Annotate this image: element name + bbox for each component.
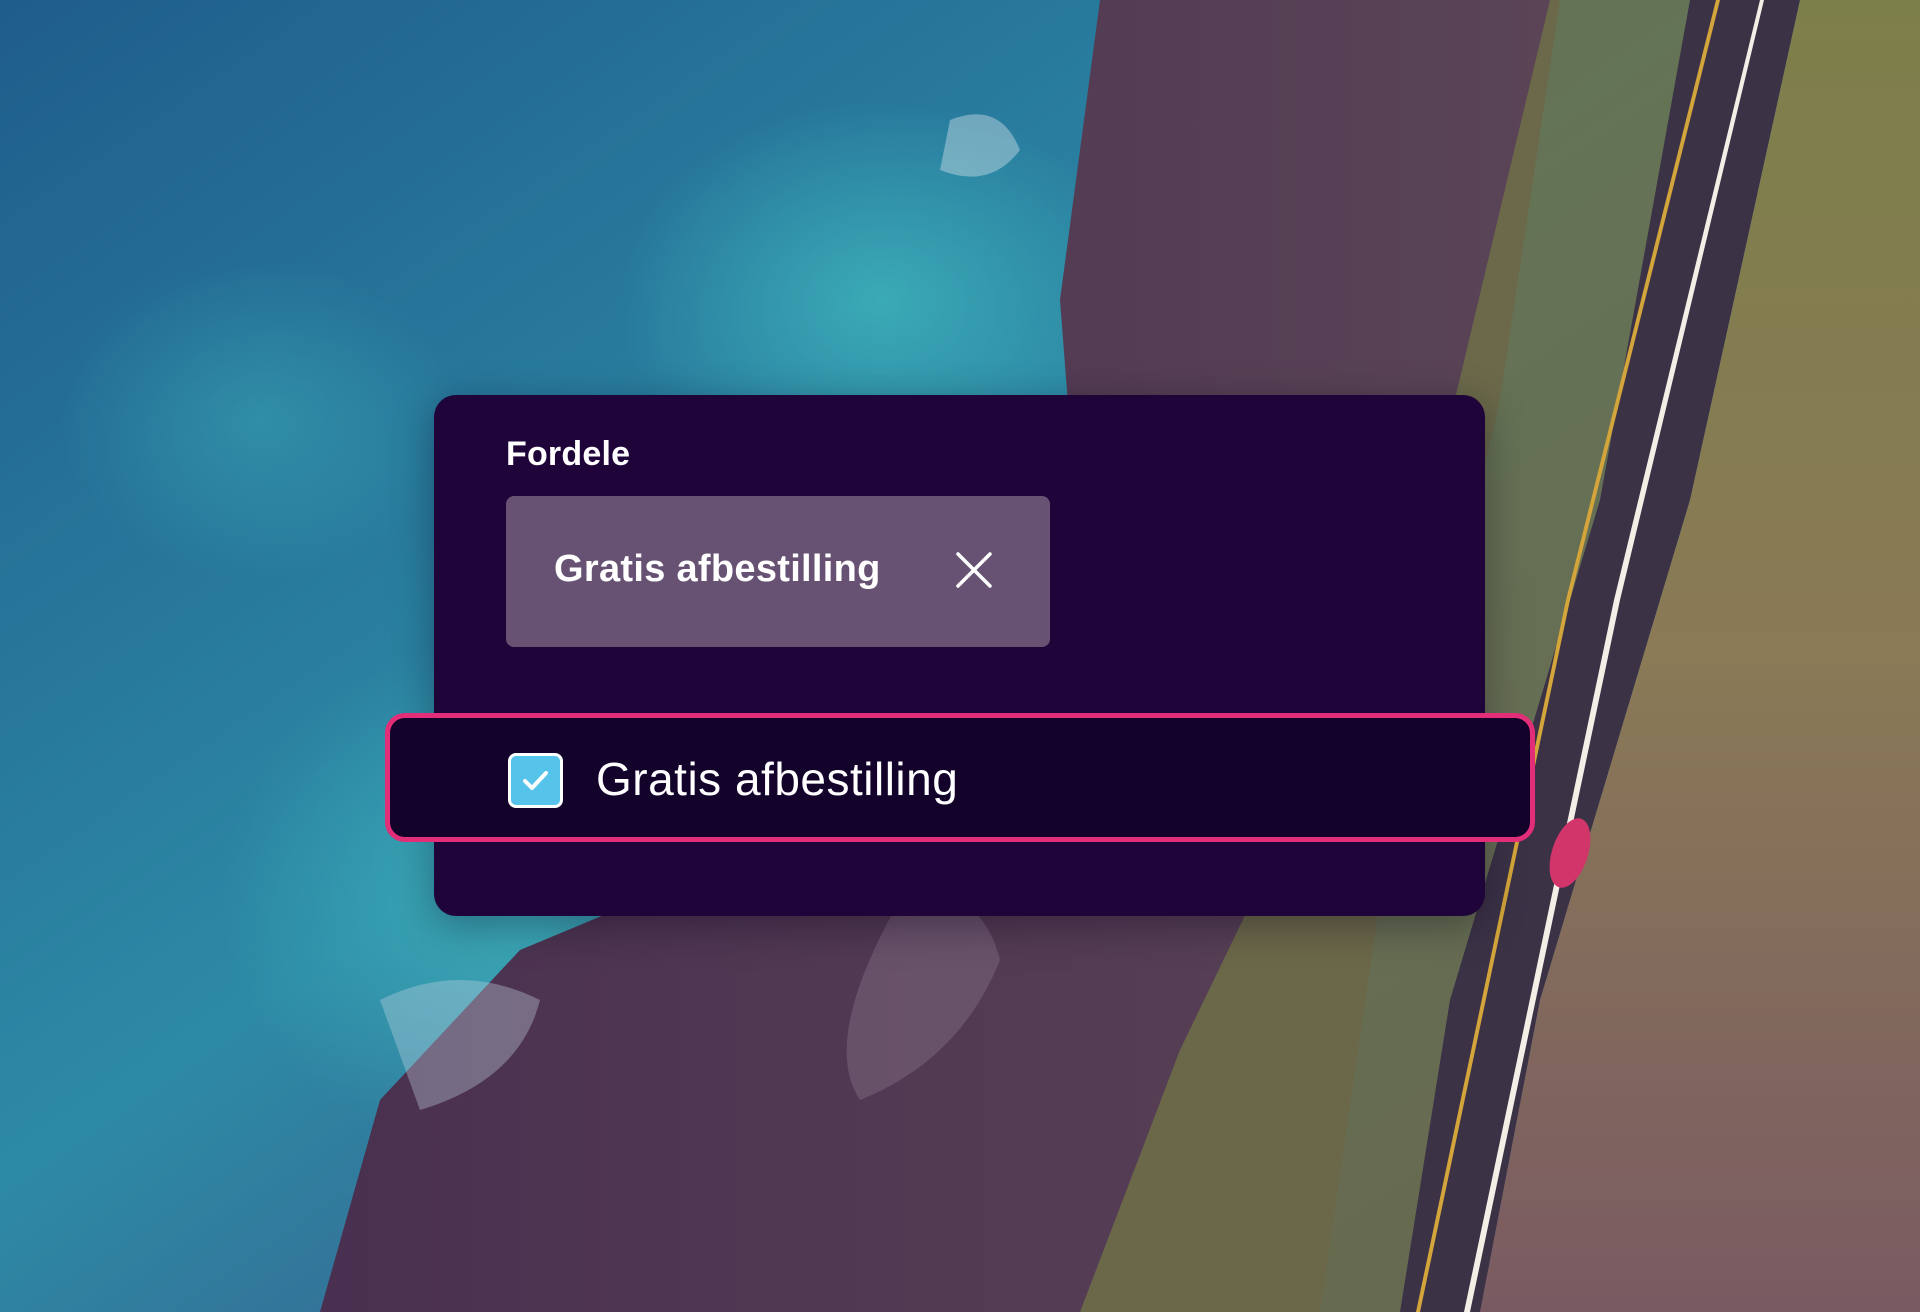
filter-label: Fordele — [506, 435, 631, 473]
filter-option-free-cancellation[interactable]: Gratis afbestilling — [385, 713, 1535, 842]
selected-filter-chip: Gratis afbestilling — [506, 496, 1050, 647]
close-icon[interactable] — [952, 548, 996, 592]
option-label: Gratis afbestilling — [596, 753, 959, 805]
chip-label: Gratis afbestilling — [554, 548, 881, 590]
option-checkbox[interactable] — [508, 753, 563, 808]
checkmark-icon — [523, 771, 548, 790]
